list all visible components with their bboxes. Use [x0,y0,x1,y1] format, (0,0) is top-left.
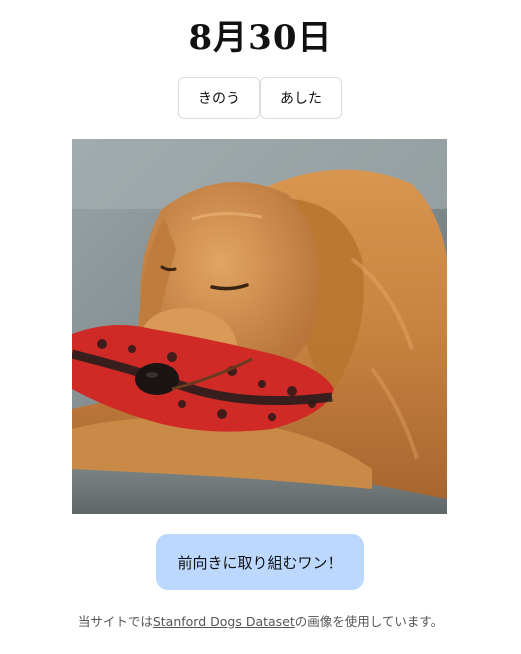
previous-day-button[interactable]: きのう [178,77,260,119]
image-credit: 当サイトではStanford Dogs Datasetの画像を使用しています。 [0,611,521,630]
credit-suffix: の画像を使用しています。 [294,614,444,629]
page-title: 8月30日 [188,18,333,58]
day-navigation: きのう あした [178,77,342,119]
page: 8月30日 きのう あした 前向きに取り組むワン！ 当サイトではStanford… [0,0,521,654]
dog-photo [72,139,447,514]
dataset-link[interactable]: Stanford Dogs Dataset [153,614,295,629]
message-bubble-button[interactable]: 前向きに取り組むワン！ [156,534,364,590]
next-day-button[interactable]: あした [260,77,342,119]
credit-prefix: 当サイトでは [77,614,153,629]
